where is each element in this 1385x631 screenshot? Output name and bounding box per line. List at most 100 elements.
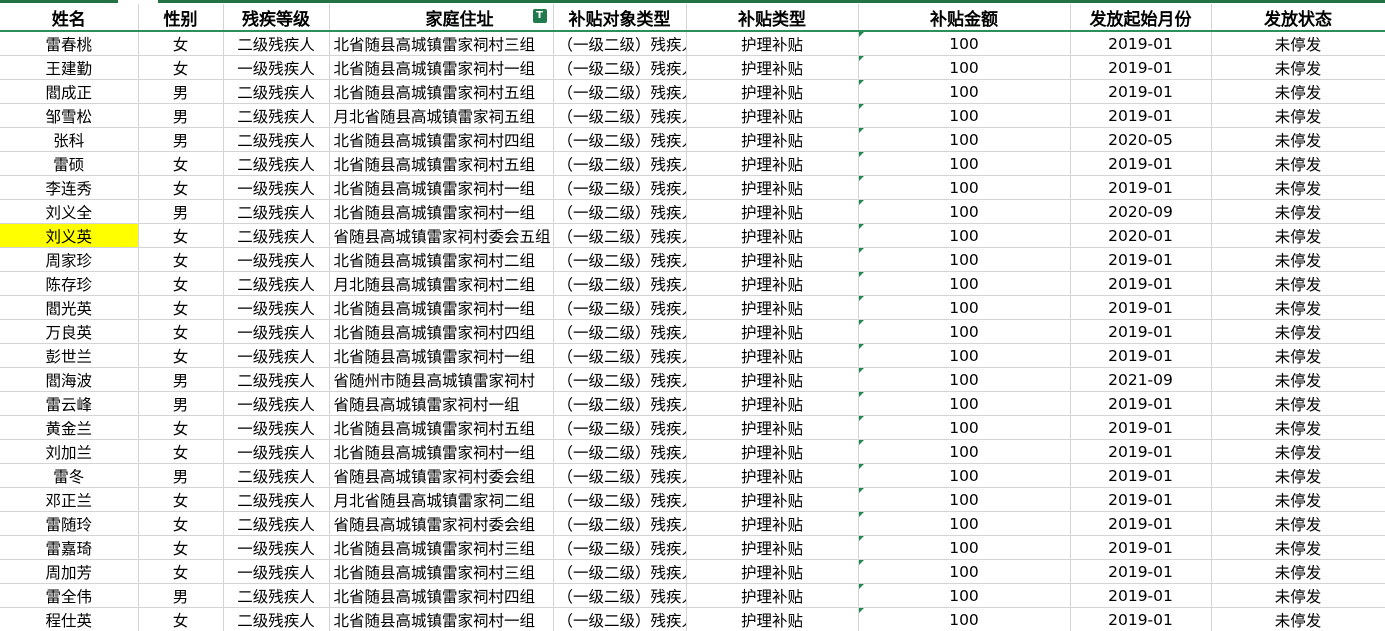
cell-subsidy-target-type[interactable]: （一级二级）残疾人 xyxy=(553,583,687,608)
cell-subsidy-amount[interactable]: 100 xyxy=(858,463,1071,488)
cell-status[interactable]: 未停发 xyxy=(1211,343,1385,368)
cell-subsidy-target-type[interactable]: （一级二级）残疾人 xyxy=(553,391,687,416)
cell-subsidy-amount[interactable]: 100 xyxy=(858,511,1071,536)
header-subsidy-target-type[interactable]: 补贴对象类型 xyxy=(553,4,687,32)
cell-address[interactable]: 北省随县高城镇雷家祠村四组 xyxy=(329,583,554,608)
cell-status[interactable]: 未停发 xyxy=(1211,175,1385,200)
cell-subsidy-type[interactable]: 护理补贴 xyxy=(686,415,859,440)
header-disability-level[interactable]: 残疾等级 xyxy=(223,4,330,32)
cell-address[interactable]: 北省随县高城镇雷家祠村一组 xyxy=(329,343,554,368)
cell-status[interactable]: 未停发 xyxy=(1211,223,1385,248)
cell-gender[interactable]: 女 xyxy=(138,175,224,200)
cell-subsidy-amount[interactable]: 100 xyxy=(858,175,1071,200)
cell-subsidy-amount[interactable]: 100 xyxy=(858,319,1071,344)
cell-start-month[interactable]: 2019-01 xyxy=(1070,55,1212,80)
cell-address[interactable]: 北省随县高城镇雷家祠村一组 xyxy=(329,295,554,320)
cell-disability-level[interactable]: 二级残疾人 xyxy=(223,511,330,536)
cell-subsidy-type[interactable]: 护理补贴 xyxy=(686,223,859,248)
cell-start-month[interactable]: 2019-01 xyxy=(1070,175,1212,200)
cell-name[interactable]: 雷嘉琦 xyxy=(0,535,139,560)
cell-name[interactable]: 张科 xyxy=(0,127,139,152)
cell-start-month[interactable]: 2019-01 xyxy=(1070,247,1212,272)
cell-status[interactable]: 未停发 xyxy=(1211,295,1385,320)
cell-disability-level[interactable]: 一级残疾人 xyxy=(223,559,330,584)
cell-address[interactable]: 省随州市随县高城镇雷家祠村 xyxy=(329,367,554,392)
cell-start-month[interactable]: 2020-09 xyxy=(1070,199,1212,224)
cell-disability-level[interactable]: 一级残疾人 xyxy=(223,343,330,368)
cell-gender[interactable]: 男 xyxy=(138,391,224,416)
cell-name[interactable]: 万良英 xyxy=(0,319,139,344)
cell-disability-level[interactable]: 二级残疾人 xyxy=(223,463,330,488)
cell-start-month[interactable]: 2019-01 xyxy=(1070,439,1212,464)
cell-address[interactable]: 北省随县高城镇雷家祠村四组 xyxy=(329,319,554,344)
cell-disability-level[interactable]: 二级残疾人 xyxy=(223,367,330,392)
cell-subsidy-target-type[interactable]: （一级二级）残疾人 xyxy=(553,151,687,176)
cell-subsidy-type[interactable]: 护理补贴 xyxy=(686,103,859,128)
cell-subsidy-amount[interactable]: 100 xyxy=(858,247,1071,272)
cell-address[interactable]: 北省随县高城镇雷家祠村五组 xyxy=(329,151,554,176)
cell-status[interactable]: 未停发 xyxy=(1211,271,1385,296)
cell-start-month[interactable]: 2019-01 xyxy=(1070,535,1212,560)
cell-subsidy-target-type[interactable]: （一级二级）残疾人 xyxy=(553,31,687,56)
cell-gender[interactable]: 女 xyxy=(138,535,224,560)
cell-name[interactable]: 閻海波 xyxy=(0,367,139,392)
cell-start-month[interactable]: 2019-01 xyxy=(1070,103,1212,128)
cell-name[interactable]: 刘加兰 xyxy=(0,439,139,464)
cell-disability-level[interactable]: 一级残疾人 xyxy=(223,319,330,344)
cell-status[interactable]: 未停发 xyxy=(1211,583,1385,608)
cell-subsidy-target-type[interactable]: （一级二级）残疾人 xyxy=(553,295,687,320)
cell-name[interactable]: 刘义英 xyxy=(0,223,139,248)
cell-start-month[interactable]: 2019-01 xyxy=(1070,79,1212,104)
cell-start-month[interactable]: 2019-01 xyxy=(1070,391,1212,416)
cell-gender[interactable]: 女 xyxy=(138,415,224,440)
cell-start-month[interactable]: 2019-01 xyxy=(1070,319,1212,344)
cell-status[interactable]: 未停发 xyxy=(1211,103,1385,128)
cell-gender[interactable]: 女 xyxy=(138,223,224,248)
cell-status[interactable]: 未停发 xyxy=(1211,463,1385,488)
cell-subsidy-amount[interactable]: 100 xyxy=(858,151,1071,176)
cell-subsidy-type[interactable]: 护理补贴 xyxy=(686,295,859,320)
cell-subsidy-amount[interactable]: 100 xyxy=(858,31,1071,56)
cell-name[interactable]: 雷全伟 xyxy=(0,583,139,608)
cell-disability-level[interactable]: 一级残疾人 xyxy=(223,439,330,464)
cell-subsidy-target-type[interactable]: （一级二级）残疾人 xyxy=(553,607,687,631)
cell-gender[interactable]: 女 xyxy=(138,487,224,512)
cell-start-month[interactable]: 2019-01 xyxy=(1070,559,1212,584)
cell-subsidy-type[interactable]: 护理补贴 xyxy=(686,559,859,584)
cell-status[interactable]: 未停发 xyxy=(1211,511,1385,536)
cell-disability-level[interactable]: 一级残疾人 xyxy=(223,415,330,440)
cell-status[interactable]: 未停发 xyxy=(1211,79,1385,104)
cell-address[interactable]: 月北省随县高城镇雷家祠五组 xyxy=(329,103,554,128)
cell-name[interactable]: 王建勤 xyxy=(0,55,139,80)
cell-name[interactable]: 雷春桃 xyxy=(0,31,139,56)
cell-name[interactable]: 雷硕 xyxy=(0,151,139,176)
cell-subsidy-type[interactable]: 护理补贴 xyxy=(686,55,859,80)
cell-name[interactable]: 周家珍 xyxy=(0,247,139,272)
cell-address[interactable]: 北省随县高城镇雷家祠村一组 xyxy=(329,55,554,80)
cell-name[interactable]: 閻光英 xyxy=(0,295,139,320)
cell-gender[interactable]: 男 xyxy=(138,463,224,488)
cell-subsidy-amount[interactable]: 100 xyxy=(858,103,1071,128)
cell-subsidy-type[interactable]: 护理补贴 xyxy=(686,175,859,200)
cell-status[interactable]: 未停发 xyxy=(1211,367,1385,392)
cell-subsidy-target-type[interactable]: （一级二级）残疾人 xyxy=(553,463,687,488)
cell-address[interactable]: 北省随县高城镇雷家祠村一组 xyxy=(329,439,554,464)
header-gender[interactable]: 性别 xyxy=(138,4,224,32)
cell-start-month[interactable]: 2019-01 xyxy=(1070,31,1212,56)
cell-address[interactable]: 省随县高城镇雷家祠村一组 xyxy=(329,391,554,416)
cell-subsidy-type[interactable]: 护理补贴 xyxy=(686,535,859,560)
cell-name[interactable]: 程仕英 xyxy=(0,607,139,631)
header-status[interactable]: 发放状态 xyxy=(1211,4,1385,32)
cell-subsidy-type[interactable]: 护理补贴 xyxy=(686,511,859,536)
cell-disability-level[interactable]: 二级残疾人 xyxy=(223,79,330,104)
cell-name[interactable]: 李连秀 xyxy=(0,175,139,200)
cell-subsidy-type[interactable]: 护理补贴 xyxy=(686,151,859,176)
cell-gender[interactable]: 男 xyxy=(138,79,224,104)
cell-start-month[interactable]: 2020-01 xyxy=(1070,223,1212,248)
cell-address[interactable]: 月北省随县高城镇雷家祠二组 xyxy=(329,487,554,512)
cell-subsidy-amount[interactable]: 100 xyxy=(858,79,1071,104)
cell-start-month[interactable]: 2020-05 xyxy=(1070,127,1212,152)
cell-name[interactable]: 雷冬 xyxy=(0,463,139,488)
cell-subsidy-target-type[interactable]: （一级二级）残疾人 xyxy=(553,79,687,104)
cell-status[interactable]: 未停发 xyxy=(1211,127,1385,152)
